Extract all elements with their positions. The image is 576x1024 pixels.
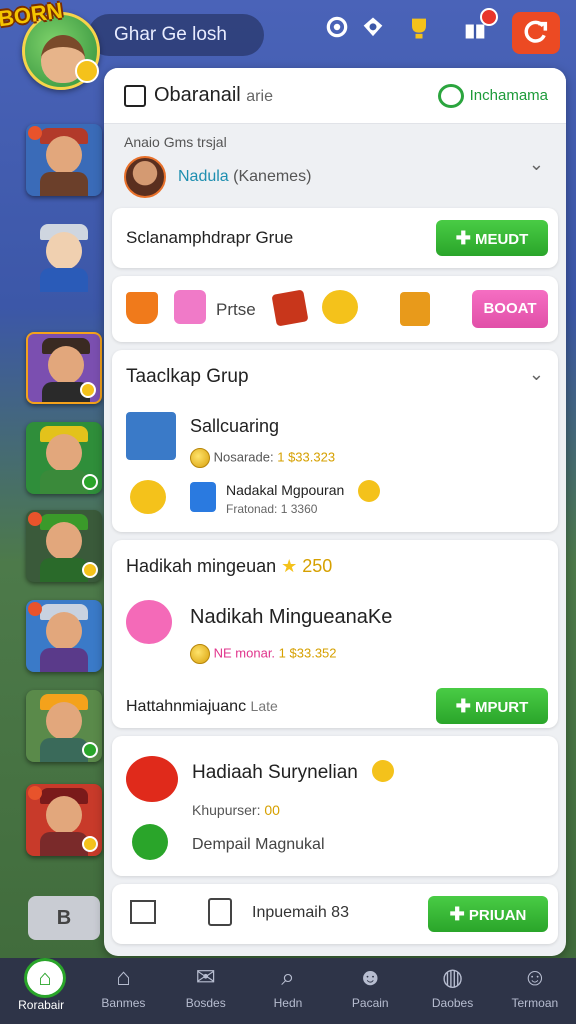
puzzle-icon[interactable] xyxy=(358,14,388,44)
panel-footer-bar: Inpuemaih 83 ✚ PRIUAN xyxy=(112,884,558,944)
star-icon: ★ xyxy=(281,556,298,576)
item-meta: Nosarade: 1 $33.323 xyxy=(190,448,335,468)
search-bar[interactable]: Ghar Ge losh xyxy=(88,14,264,56)
account-name: Nadula (Kanemes) xyxy=(178,168,312,185)
character-card[interactable] xyxy=(26,422,102,494)
chat-icon[interactable] xyxy=(437,83,464,108)
megaphone-icon: ✉ xyxy=(195,964,216,991)
chevron-down-icon[interactable]: ⌄ xyxy=(529,154,544,175)
reward-footer-label: Hattahnmiajuanc Late xyxy=(126,698,278,715)
reward-title: Hadikah mingeuan ★ 250 xyxy=(126,556,333,576)
group-label: Sclanamphdrapr Grue xyxy=(126,228,294,247)
character-card[interactable] xyxy=(26,690,102,762)
item-title: Nadakal Mgpouran xyxy=(226,482,345,498)
nav-item-people[interactable]: ☻ Pacain xyxy=(329,958,411,1024)
refresh-icon[interactable] xyxy=(322,14,352,44)
clipboard-icon[interactable] xyxy=(208,898,232,926)
bucket-icon[interactable] xyxy=(126,292,158,324)
home-icon: ⌂ xyxy=(24,958,66,998)
group-section-title: Taaclkap Grup xyxy=(126,366,249,387)
reward-action-button[interactable]: ✚ MPURT xyxy=(436,688,548,724)
sidebar-toggle-button[interactable]: B xyxy=(28,896,100,940)
book-icon[interactable] xyxy=(271,289,309,327)
coin-icon xyxy=(75,59,99,83)
main-panel: Obaranail arie Inchamama Anaio Gms trsja… xyxy=(104,68,566,956)
globe-icon: ◍ xyxy=(442,964,464,991)
gold-badge-icon xyxy=(372,760,394,782)
avatar xyxy=(124,156,166,198)
items-card: Prtse BOOAT xyxy=(112,276,558,342)
character-card[interactable] xyxy=(26,220,102,292)
character-card[interactable] xyxy=(26,332,102,404)
survey-title: Hadiaah Surynelian xyxy=(192,762,358,783)
notification-badge xyxy=(480,8,498,26)
trophy-icon[interactable] xyxy=(404,14,434,44)
chevron-down-icon[interactable]: ⌄ xyxy=(529,364,544,385)
character-card[interactable] xyxy=(26,124,102,196)
nav-item-home[interactable]: ⌂ Rorabair xyxy=(0,958,82,1024)
items-label: Prtse xyxy=(216,300,256,319)
scroll-icon[interactable] xyxy=(400,292,430,326)
people-icon: ☻ xyxy=(357,964,383,991)
character-card[interactable] xyxy=(26,510,102,582)
footer-action-button[interactable]: ✚ PRIUAN xyxy=(428,896,548,932)
candy-icon xyxy=(126,600,172,644)
group-card: Sclanamphdrapr Grue ✚ MEUDT xyxy=(112,208,558,268)
nav-item-boosts[interactable]: ✉ Bosdes xyxy=(165,958,247,1024)
gold-badge-icon[interactable] xyxy=(322,290,358,324)
gold-badge-icon xyxy=(358,480,380,502)
items-action-button[interactable]: BOOAT xyxy=(472,290,548,328)
group-action-button[interactable]: ✚ MEUDT xyxy=(436,220,548,256)
reward-item-title: Nadikah MingueanaKe xyxy=(190,606,393,628)
survey-meta: Khupurser: 00 xyxy=(192,802,280,818)
top-bar: BORN Ghar Ge losh xyxy=(0,0,576,90)
footer-label: Inpuemaih 83 xyxy=(252,904,349,921)
character-card[interactable] xyxy=(26,600,102,672)
bottom-nav: ⌂ Rorabair ⌂ Banmes ✉ Bosdes ⌕ Hedn ☻ Pa… xyxy=(0,958,576,1024)
gift-icon[interactable] xyxy=(460,8,498,44)
coin-icon xyxy=(190,448,210,468)
check-icon xyxy=(132,824,168,860)
reward-section: Hadikah mingeuan ★ 250 Nadikah Mingueana… xyxy=(112,540,558,728)
survey-section: Hadiaah Surynelian Khupurser: 00 Dempail… xyxy=(112,736,558,876)
account-label: Anaio Gms trsjal xyxy=(124,134,227,150)
group-section: Taaclkap Grup ⌄ Sallcuaring Nosarade: 1 … xyxy=(112,350,558,532)
character-card[interactable] xyxy=(26,784,102,856)
house-icon: ⌂ xyxy=(116,964,131,991)
nav-item-search[interactable]: ⌕ Hedn xyxy=(247,958,329,1024)
refresh-action-button[interactable] xyxy=(512,12,560,54)
image-icon[interactable] xyxy=(130,900,156,924)
survey-sub: Dempail Magnukal xyxy=(192,836,325,853)
item-title: Sallcuaring xyxy=(190,416,280,436)
gold-badge-icon xyxy=(130,480,166,514)
item-meta: Fratonad: 1 3360 xyxy=(226,502,318,516)
nav-item-games[interactable]: ⌂ Banmes xyxy=(82,958,164,1024)
search-icon: ⌕ xyxy=(281,964,295,991)
panel-title: Obaranail arie xyxy=(154,84,273,106)
bow-icon xyxy=(126,756,178,802)
account-selector[interactable]: Anaio Gms trsjal Nadula (Kanemes) ⌄ xyxy=(104,124,566,202)
coin-icon xyxy=(190,644,210,664)
panel-header: Obaranail arie Inchamama xyxy=(104,68,566,124)
shield-icon xyxy=(190,482,216,512)
online-status[interactable]: Inchamama xyxy=(470,87,548,104)
profile-icon: ☺ xyxy=(522,964,548,991)
game-thumbnail[interactable] xyxy=(126,412,176,460)
nav-item-world[interactable]: ◍ Daobes xyxy=(411,958,493,1024)
gift-box-icon[interactable] xyxy=(174,290,206,324)
home-icon xyxy=(124,84,146,107)
reward-item-meta: NE monar. 1 $33.352 xyxy=(190,644,337,664)
nav-item-profile[interactable]: ☺ Termoan xyxy=(494,958,576,1024)
